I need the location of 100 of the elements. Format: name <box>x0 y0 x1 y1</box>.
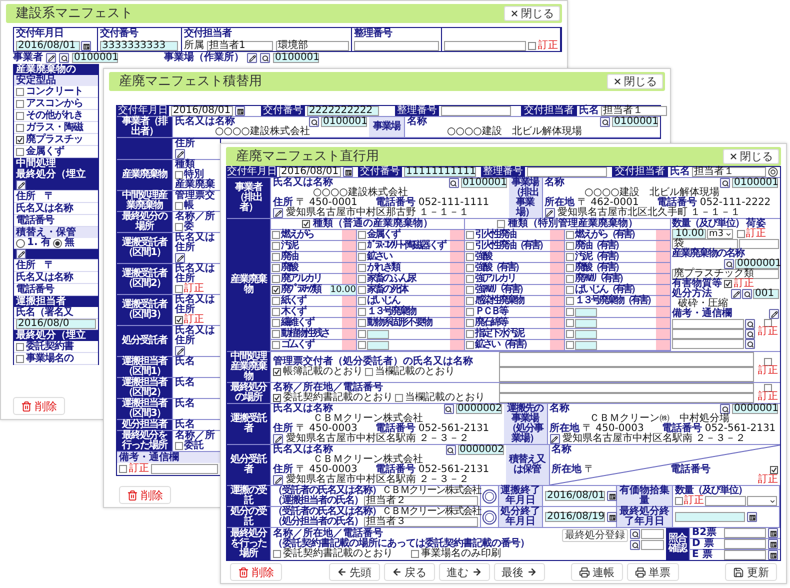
code-field[interactable]: 001 <box>753 289 779 299</box>
checkbox[interactable] <box>273 368 281 376</box>
checkbox[interactable] <box>272 341 280 349</box>
checkbox[interactable] <box>770 466 778 474</box>
nav-button[interactable]: 先頭 <box>328 563 380 581</box>
checkbox[interactable] <box>272 297 280 305</box>
checkbox[interactable] <box>16 148 24 156</box>
unit-select[interactable] <box>747 496 777 506</box>
text-field[interactable] <box>499 352 754 367</box>
edit-button[interactable] <box>550 434 560 444</box>
date-field[interactable] <box>724 550 766 560</box>
date-field[interactable] <box>675 512 745 522</box>
checkbox[interactable] <box>272 308 280 316</box>
quantity-field[interactable] <box>450 307 464 317</box>
checkbox[interactable] <box>358 341 366 349</box>
checkbox[interactable] <box>466 286 474 294</box>
calendar-button[interactable] <box>81 41 91 51</box>
code-field[interactable]: 0100001 <box>321 117 367 127</box>
checkbox[interactable] <box>272 275 280 283</box>
search-button[interactable] <box>745 329 755 339</box>
calendar-button[interactable] <box>768 528 778 538</box>
checkbox[interactable] <box>272 231 280 239</box>
checkbox[interactable] <box>119 465 127 473</box>
checkbox[interactable] <box>466 341 474 349</box>
nav-button[interactable]: 最後 <box>494 563 544 581</box>
nav-button[interactable]: 戻る <box>384 563 434 581</box>
checkbox[interactable] <box>175 171 183 179</box>
checkbox[interactable] <box>411 550 419 558</box>
number-field[interactable]: 3333333333 <box>100 41 178 51</box>
checkbox[interactable] <box>272 264 280 272</box>
checkbox[interactable] <box>358 319 366 327</box>
checkbox[interactable] <box>358 330 366 338</box>
quantity-field[interactable] <box>550 307 564 317</box>
checkbox[interactable] <box>466 319 474 327</box>
checkbox[interactable] <box>175 285 183 293</box>
edit-button[interactable] <box>273 475 283 485</box>
quantity-field[interactable] <box>656 230 670 240</box>
staff-field[interactable]: 担当者１ <box>692 167 766 177</box>
quantity-field[interactable] <box>550 296 564 306</box>
checkbox[interactable] <box>358 308 366 316</box>
quantity-field[interactable] <box>450 263 464 273</box>
quantity-field[interactable] <box>550 318 564 328</box>
quantity-field[interactable] <box>342 263 356 273</box>
checkbox[interactable] <box>466 242 474 250</box>
close-button[interactable]: 閉じる <box>607 74 663 89</box>
checkbox[interactable] <box>466 297 474 305</box>
checkbox[interactable] <box>273 394 281 402</box>
quantity-field[interactable] <box>705 496 746 506</box>
edit-button[interactable] <box>175 346 185 356</box>
remarks-field[interactable] <box>672 319 744 329</box>
quantity-field[interactable] <box>450 296 464 306</box>
quantity-field[interactable] <box>656 329 670 339</box>
quantity-field[interactable] <box>550 230 564 240</box>
text-field[interactable] <box>575 318 597 328</box>
nav-button[interactable]: 進む <box>438 563 490 581</box>
checkbox[interactable] <box>16 100 24 108</box>
print-button[interactable]: 単票 <box>626 563 678 581</box>
quantity-field[interactable] <box>656 285 670 295</box>
search-button[interactable] <box>448 178 458 188</box>
quantity-field[interactable] <box>342 296 356 306</box>
seal-icon[interactable] <box>768 167 778 177</box>
reference-field[interactable] <box>441 106 511 116</box>
code-field[interactable]: 0000002 <box>458 445 504 455</box>
checkbox[interactable] <box>566 242 574 250</box>
quantity-field[interactable] <box>656 340 670 350</box>
quantity-field[interactable] <box>550 340 564 350</box>
remarks-field[interactable] <box>672 329 744 339</box>
checkbox[interactable] <box>566 264 574 272</box>
text-field[interactable] <box>499 383 754 393</box>
search-button[interactable] <box>745 339 755 349</box>
text-field[interactable] <box>499 393 754 403</box>
quantity-field[interactable] <box>550 274 564 284</box>
calendar-button[interactable] <box>607 491 617 501</box>
checkbox[interactable] <box>675 497 683 505</box>
quantity-field[interactable] <box>656 263 670 273</box>
quantity-field[interactable] <box>450 340 464 350</box>
stamp-icon[interactable] <box>482 510 497 524</box>
search-button[interactable] <box>260 53 270 63</box>
quantity-field[interactable] <box>450 252 464 262</box>
quantity-field[interactable] <box>342 329 356 339</box>
date-field[interactable]: 2016/08/01 <box>16 41 80 51</box>
quantity-field[interactable] <box>342 274 356 284</box>
checkbox[interactable] <box>175 442 183 450</box>
checkbox[interactable] <box>358 253 366 261</box>
text-field[interactable] <box>444 41 526 51</box>
date-field[interactable]: 2016/08/19 <box>545 512 605 522</box>
remarks-field[interactable] <box>151 464 218 474</box>
staff-field[interactable]: 担当者３ <box>364 517 478 527</box>
staff-field[interactable]: 担当者２ <box>364 496 478 506</box>
quantity-field[interactable]: 10.00 <box>330 285 356 295</box>
remarks-field[interactable] <box>672 339 744 349</box>
edit-button[interactable] <box>16 249 26 259</box>
quantity-field[interactable] <box>342 230 356 240</box>
checkbox[interactable] <box>764 384 772 392</box>
radio-button[interactable] <box>53 238 62 248</box>
register-button[interactable]: 最終処分登録 <box>562 529 628 542</box>
code-field[interactable]: 0000001 <box>732 404 778 414</box>
text-field[interactable] <box>641 540 664 550</box>
search-button[interactable] <box>724 259 734 269</box>
quantity-field[interactable] <box>342 252 356 262</box>
